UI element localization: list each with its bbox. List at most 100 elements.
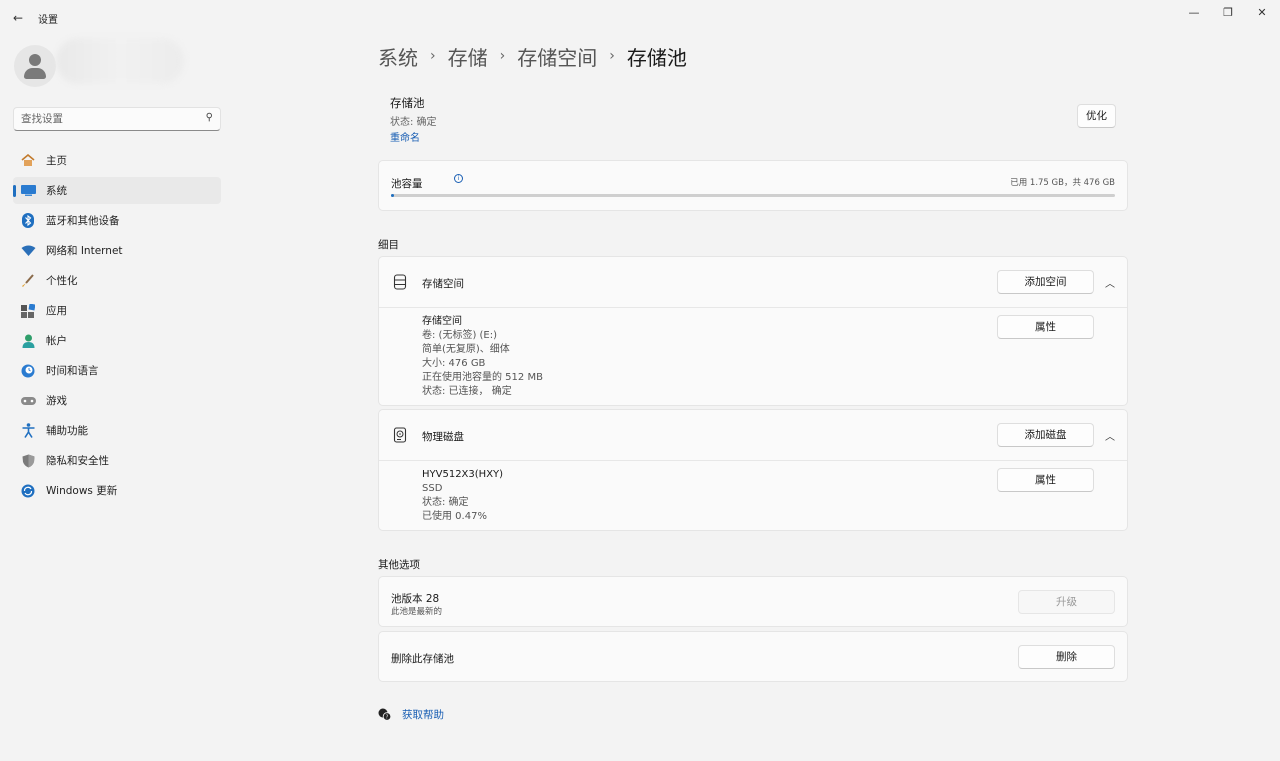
breadcrumb-storage[interactable]: 存储	[448, 42, 488, 71]
pool-header: 存储池 状态: 确定 重命名	[390, 95, 437, 144]
delete-pool-title: 删除此存储池	[391, 653, 454, 665]
minimize-button[interactable]: —	[1184, 5, 1204, 21]
sidebar-item-privacy[interactable]: 隐私和安全性	[13, 447, 221, 474]
chevron-right-icon: ›	[430, 48, 436, 64]
sidebar-item-accessibility[interactable]: 辅助功能	[13, 417, 221, 444]
breadcrumb-storage-spaces[interactable]: 存储空间	[517, 42, 597, 71]
storage-spaces-title: 存储空间	[422, 278, 464, 290]
account-icon	[20, 333, 36, 349]
breadcrumb-system[interactable]: 系统	[378, 42, 418, 71]
avatar-body	[24, 68, 46, 79]
sidebar-item-label: 个性化	[46, 275, 78, 287]
database-icon	[393, 274, 407, 290]
wifi-icon	[20, 243, 36, 259]
get-help-link[interactable]: 获取帮助	[402, 707, 444, 722]
detail-line: SSD	[422, 483, 443, 494]
detail-line: 存储空间	[422, 316, 462, 327]
physical-disk-properties-button[interactable]: 属性	[997, 468, 1094, 492]
apps-icon	[20, 303, 36, 319]
search-box[interactable]: ⚲	[13, 107, 221, 131]
svg-text:?: ?	[386, 714, 389, 720]
sidebar-item-home[interactable]: 主页	[13, 147, 221, 174]
sidebar-item-label: 帐户	[46, 335, 67, 347]
detail-line: 卷: (无标签) (E:)	[422, 330, 498, 341]
info-icon[interactable]: i	[454, 174, 463, 183]
hard-drive-icon	[393, 427, 407, 443]
pool-version-subtitle: 此池是最新的	[391, 607, 443, 617]
sidebar-item-accounts[interactable]: 帐户	[13, 327, 221, 354]
sidebar-item-personalization[interactable]: 个性化	[13, 267, 221, 294]
sidebar-item-apps[interactable]: 应用	[13, 297, 221, 324]
close-button[interactable]: ✕	[1252, 5, 1272, 21]
delete-pool-card: 删除此存储池 删除	[378, 631, 1128, 682]
pool-status: 状态: 确定	[390, 117, 437, 128]
detail-line: 状态: 确定	[422, 497, 469, 508]
rename-link[interactable]: 重命名	[390, 129, 437, 144]
capacity-progress-bar	[391, 194, 1115, 197]
detail-line: 简单(无复原)、细体	[422, 344, 510, 355]
capacity-progress-fill	[391, 194, 394, 197]
sidebar-item-windows-update[interactable]: Windows 更新	[13, 477, 221, 504]
capacity-label: 池容量	[391, 178, 423, 190]
search-input[interactable]	[21, 111, 201, 127]
upgrade-button[interactable]: 升级	[1018, 590, 1115, 614]
chevron-right-icon: ›	[499, 48, 506, 64]
physical-disk-details: HYV512X3(HXY) SSD 状态: 确定 已使用 0.47%	[422, 468, 503, 524]
help-row: ? 获取帮助	[378, 707, 444, 722]
sidebar-item-label: Windows 更新	[46, 485, 118, 497]
capacity-card: 池容量 i 已用 1.75 GB，共 476 GB	[378, 160, 1128, 211]
sidebar-item-label: 时间和语言	[46, 365, 99, 377]
shield-icon	[20, 453, 36, 469]
add-disk-button[interactable]: 添加磁盘	[997, 423, 1094, 447]
physical-disks-expander: 物理磁盘 添加磁盘 ︿ HYV512X3(HXY) SSD 状态: 确定 已使用…	[378, 409, 1128, 531]
app-title: 设置	[38, 15, 58, 26]
storage-space-properties-button[interactable]: 属性	[997, 315, 1094, 339]
pool-version-title: 池版本 28	[391, 593, 440, 605]
storage-spaces-header[interactable]: 存储空间 添加空间 ︿	[379, 257, 1127, 308]
pool-version-card: 池版本 28 此池是最新的 升级	[378, 576, 1128, 627]
sidebar-item-label: 游戏	[46, 395, 67, 407]
breadcrumb: 系统 › 存储 › 存储空间 › 存储池	[378, 42, 687, 70]
detail-line: 大小: 476 GB	[422, 358, 486, 369]
sidebar-item-label: 隐私和安全性	[46, 455, 109, 467]
gamepad-icon	[20, 393, 36, 409]
capacity-value: 已用 1.75 GB，共 476 GB	[1010, 178, 1115, 188]
detail-line: 正在使用池容量的 512 MB	[422, 372, 543, 383]
back-arrow-icon[interactable]: ←	[10, 10, 26, 26]
sidebar-item-label: 蓝牙和其他设备	[46, 215, 120, 227]
optimize-button[interactable]: 优化	[1077, 104, 1116, 128]
clock-globe-icon	[20, 363, 36, 379]
storage-spaces-expander: 存储空间 添加空间 ︿ 存储空间 卷: (无标签) (E:) 简单(无复原)、细…	[378, 256, 1128, 406]
sidebar: ⚲ 主页 系统 蓝牙和其他设备 网络和 Internet	[0, 34, 234, 761]
other-options-heading: 其他选项	[378, 559, 420, 571]
sidebar-item-label: 网络和 Internet	[46, 245, 123, 257]
avatar[interactable]	[14, 45, 56, 87]
chevron-up-icon[interactable]: ︿	[1105, 428, 1115, 443]
sidebar-item-system[interactable]: 系统	[13, 177, 221, 204]
page-title: 存储池	[626, 45, 687, 70]
restore-button[interactable]: ❐	[1218, 5, 1238, 21]
sidebar-item-label: 辅助功能	[46, 425, 88, 437]
brush-icon	[20, 273, 36, 289]
avatar-head	[29, 54, 41, 66]
pool-title: 存储池	[390, 96, 425, 110]
search-icon: ⚲	[205, 112, 213, 123]
physical-disks-header[interactable]: 物理磁盘 添加磁盘 ︿	[379, 410, 1127, 461]
title-bar: ← 设置 — ❐ ✕	[0, 0, 1280, 34]
sidebar-nav: 主页 系统 蓝牙和其他设备 网络和 Internet 个性化 应用 帐户 时间和…	[13, 147, 221, 507]
delete-button[interactable]: 删除	[1018, 645, 1115, 669]
details-heading: 细目	[378, 239, 399, 251]
chevron-right-icon: ›	[609, 48, 615, 64]
help-chat-icon: ?	[378, 708, 392, 722]
bluetooth-icon	[20, 213, 36, 229]
accessibility-icon	[20, 423, 36, 439]
update-icon	[20, 483, 36, 499]
sidebar-item-bluetooth[interactable]: 蓝牙和其他设备	[13, 207, 221, 234]
sidebar-item-time-language[interactable]: 时间和语言	[13, 357, 221, 384]
add-space-button[interactable]: 添加空间	[997, 270, 1094, 294]
chevron-up-icon[interactable]: ︿	[1105, 275, 1115, 290]
sidebar-item-network[interactable]: 网络和 Internet	[13, 237, 221, 264]
sidebar-item-label: 主页	[46, 155, 67, 167]
storage-space-details: 存储空间 卷: (无标签) (E:) 简单(无复原)、细体 大小: 476 GB…	[422, 315, 543, 399]
sidebar-item-gaming[interactable]: 游戏	[13, 387, 221, 414]
